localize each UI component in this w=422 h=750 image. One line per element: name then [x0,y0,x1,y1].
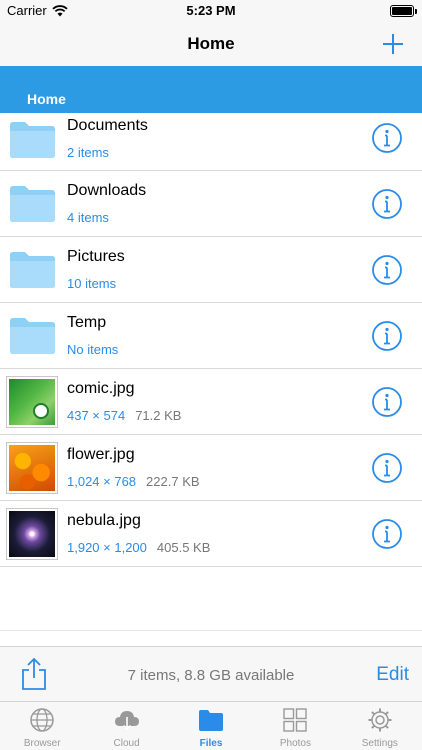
tab-photos[interactable]: Photos [253,702,337,750]
item-name: Downloads [67,182,147,199]
item-name: Pictures [67,248,125,265]
status-time: 5:23 PM [186,3,236,18]
item-detail: 4 items [67,210,109,225]
item-detail: 10 items [67,276,117,291]
folder-icon [10,122,55,158]
navigation-bar: Home [0,22,422,66]
list-item[interactable]: Pictures 10 items [0,237,422,303]
list-item[interactable]: nebula.jpg 1,920 × 1,200 405.5 KB [0,501,422,567]
info-icon[interactable] [371,122,403,154]
list-item[interactable]: comic.jpg 437 × 574 71.2 KB [0,369,422,435]
tab-files[interactable]: Files [169,702,253,750]
tab-bar: Browser Cloud Files Photos Settings [0,701,422,750]
status-bar: Carrier 5:23 PM [0,0,422,22]
bottom-toolbar: 7 items, 8.8 GB available Edit [0,646,422,701]
tab-settings[interactable]: Settings [338,702,422,750]
item-detail: 437 × 574 71.2 KB [67,408,182,423]
info-icon[interactable] [371,188,403,220]
info-icon[interactable] [371,518,403,550]
image-thumbnail [6,376,58,428]
folder-icon [10,318,55,354]
cloud-icon [114,711,139,731]
item-detail: 1,024 × 768 222.7 KB [67,474,200,489]
tab-cloud[interactable]: Cloud [84,702,168,750]
image-thumbnail [6,508,58,560]
tab-label: Files [199,738,223,749]
info-icon[interactable] [371,452,403,484]
plus-icon[interactable] [380,31,406,57]
item-name: comic.jpg [67,380,135,397]
gear-icon [368,708,392,732]
info-icon[interactable] [371,254,403,286]
item-name: nebula.jpg [67,512,141,529]
globe-icon [30,708,54,732]
tab-label: Browser [23,738,61,749]
item-name: flower.jpg [67,446,135,463]
page-title: Home [187,34,235,53]
folder-icon [199,710,224,731]
item-detail: No items [67,342,119,357]
item-name: Documents [67,117,148,134]
list-item[interactable]: Temp No items [0,303,422,369]
battery-icon [390,5,417,17]
tab-label: Cloud [113,738,140,749]
breadcrumb[interactable]: Home [27,91,66,107]
tab-label: Photos [279,738,311,749]
item-detail: 2 items [67,145,109,160]
list-item[interactable]: Downloads 4 items [0,171,422,237]
storage-status: 7 items, 8.8 GB available [127,667,295,684]
folder-icon [10,252,55,288]
file-list: Documents 2 items Downloads 4 items Pict… [0,113,422,567]
image-thumbnail [6,442,58,494]
grid-icon [283,708,308,732]
tab-browser[interactable]: Browser [0,702,84,750]
edit-button[interactable]: Edit [376,664,409,686]
item-detail: 1,920 × 1,200 405.5 KB [67,540,211,555]
list-item[interactable]: flower.jpg 1,024 × 768 222.7 KB [0,435,422,501]
folder-icon [10,186,55,222]
info-icon[interactable] [371,320,403,352]
item-name: Temp [67,314,107,331]
tab-label: Settings [361,738,398,749]
list-item[interactable]: Documents 2 items [0,113,422,171]
path-header: Home [0,66,422,113]
list-divider [0,630,422,631]
info-icon[interactable] [371,386,403,418]
